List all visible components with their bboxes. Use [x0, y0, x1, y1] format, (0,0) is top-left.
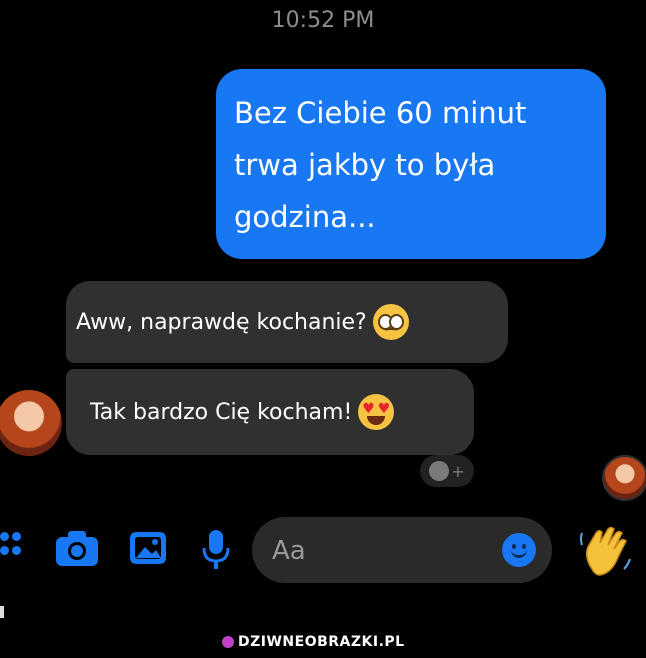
- heart-eyes-emoji: ♥ ♥: [358, 394, 395, 430]
- image-icon[interactable]: [128, 528, 168, 568]
- message-input[interactable]: [270, 530, 494, 572]
- plus-icon: +: [451, 461, 465, 481]
- camera-icon[interactable]: [54, 528, 100, 568]
- message-timestamp: 10:52 PM: [271, 8, 375, 33]
- message-composer: [252, 517, 552, 583]
- sent-message-line: trwa jakby to była: [234, 148, 496, 182]
- waving-hand-icon[interactable]: [578, 523, 632, 579]
- seen-receipt-avatar: [602, 455, 646, 501]
- edge-marker: [0, 606, 4, 618]
- emoji-face-icon: [429, 461, 450, 481]
- watermark-logo-icon: [222, 636, 234, 648]
- add-reaction-button[interactable]: +: [420, 455, 474, 487]
- contact-avatar[interactable]: [0, 390, 62, 456]
- apps-icon[interactable]: [0, 528, 26, 568]
- pleading-face-emoji: [372, 304, 409, 340]
- sent-message-bubble[interactable]: Bez Ciebie 60 minut trwa jakby to była g…: [216, 69, 606, 259]
- received-message-text: Aww, naprawdę kochanie?: [76, 309, 367, 335]
- watermark: DZIWNEOBRAZKI.PL: [222, 630, 420, 654]
- microphone-icon[interactable]: [200, 528, 232, 572]
- received-message-bubble[interactable]: Tak bardzo Cię kocham! ♥ ♥: [66, 369, 474, 455]
- received-message-bubble[interactable]: Aww, naprawdę kochanie?: [66, 281, 508, 363]
- received-message-text: Tak bardzo Cię kocham!: [90, 399, 353, 425]
- watermark-text: DZIWNEOBRAZKI.PL: [238, 634, 405, 650]
- sent-message-line: godzina...: [234, 200, 376, 234]
- emoji-icon[interactable]: [502, 533, 536, 567]
- sent-message-line: Bez Ciebie 60 minut: [234, 96, 527, 130]
